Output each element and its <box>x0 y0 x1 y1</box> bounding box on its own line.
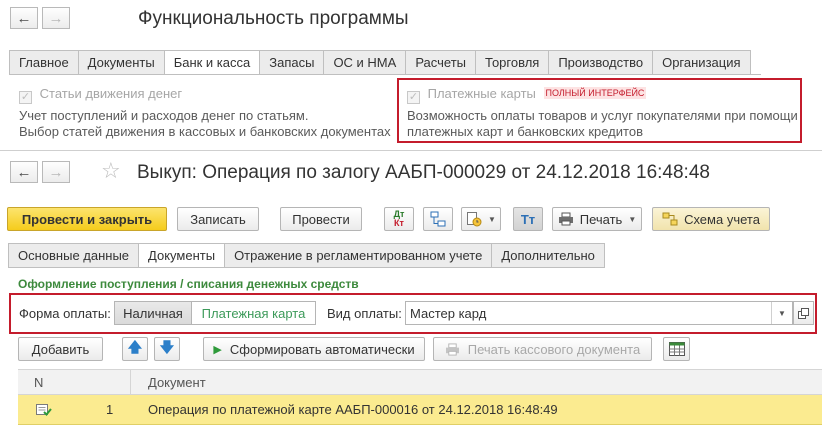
tab-doc-documents[interactable]: Документы <box>139 243 226 268</box>
print-button[interactable]: Печать ▼ <box>552 207 642 231</box>
cash-flow-checkbox[interactable]: ✓ <box>19 91 32 104</box>
tab-trade[interactable]: Торговля <box>476 50 550 75</box>
printer-icon <box>445 342 459 356</box>
tab-divider <box>9 74 761 75</box>
arrow-right-icon: → <box>48 163 64 181</box>
open-window-icon <box>798 307 809 319</box>
cash-flow-description: Учет поступлений и расходов денег по ста… <box>19 108 391 139</box>
add-button[interactable]: Добавить <box>18 337 103 361</box>
doc-back-button[interactable]: ← <box>10 161 38 183</box>
schedule-dropdown-button[interactable]: ▼ <box>461 207 501 231</box>
tab-settlements[interactable]: Расчеты <box>406 50 477 75</box>
post-button[interactable]: Провести <box>280 207 362 231</box>
payment-type-value: Мастер кард <box>410 305 487 321</box>
hierarchy-icon <box>430 211 446 227</box>
forward-button[interactable]: → <box>42 7 70 29</box>
table-row[interactable]: 1 Операция по платежной карте ААБП-00001… <box>18 395 822 425</box>
arrow-left-icon: ← <box>16 9 32 27</box>
favorite-star-icon[interactable]: ☆ <box>101 160 121 182</box>
section-title: Оформление поступления / списания денежн… <box>18 277 359 291</box>
column-document[interactable]: Документ <box>148 375 206 390</box>
column-n[interactable]: N <box>34 375 43 390</box>
chevron-down-icon: ▼ <box>488 214 496 224</box>
tab-production[interactable]: Производство <box>549 50 654 75</box>
tab-main-data[interactable]: Основные данные <box>8 243 140 268</box>
arrow-down-icon: 🡇 <box>159 339 175 355</box>
payment-form-card[interactable]: Платежная карта <box>191 301 316 325</box>
open-value-button[interactable] <box>793 301 814 325</box>
document-clock-icon <box>467 212 482 227</box>
option-cash-flow-items: ✓ Статьи движения денег <box>19 86 182 104</box>
dt-kt-icon: Дт Кт <box>393 209 405 228</box>
payment-type-label: Вид оплаты: <box>327 306 402 321</box>
payment-type-select[interactable]: Мастер кард ▼ <box>405 301 793 325</box>
arrow-up-icon: 🡅 <box>127 339 143 355</box>
cash-flow-label: Статьи движения денег <box>39 86 183 101</box>
checkmark-icon: ✓ <box>20 91 31 103</box>
move-up-button[interactable]: 🡅 <box>122 337 148 361</box>
document-tabs: Основные данные Документы Отражение в ре… <box>8 243 605 268</box>
tab-documents[interactable]: Документы <box>78 50 165 75</box>
chevron-down-icon: ▼ <box>628 214 637 224</box>
payment-cards-description: Возможность оплаты товаров и услуг покуп… <box>407 108 798 139</box>
tab-regulated-accounting[interactable]: Отражение в регламентированном учете <box>225 243 493 268</box>
export-table-button[interactable] <box>663 337 690 361</box>
arrow-left-icon: ← <box>16 163 32 181</box>
play-icon: ▶ <box>213 343 222 356</box>
move-down-button[interactable]: 🡇 <box>154 337 180 361</box>
back-button[interactable]: ← <box>10 7 38 29</box>
spreadsheet-icon <box>668 342 685 356</box>
accounting-scheme-button[interactable]: Схема учета <box>652 207 770 231</box>
tab-additional[interactable]: Дополнительно <box>492 243 605 268</box>
doc-forward-button[interactable]: → <box>42 161 70 183</box>
arrow-right-icon: → <box>48 9 64 27</box>
printer-icon <box>558 212 573 226</box>
payment-cards-label: Платежные карты <box>427 86 536 101</box>
row-number: 1 <box>106 402 114 417</box>
row-document: Операция по платежной карте ААБП-000016 … <box>148 402 558 417</box>
scheme-icon <box>662 212 678 226</box>
table-header: N Документ <box>18 369 822 395</box>
full-interface-badge: ПОЛНЫЙ ИНТЕРФЕЙС <box>543 87 647 99</box>
tab-main[interactable]: Главное <box>9 50 79 75</box>
tab-bank-cash[interactable]: Банк и касса <box>164 50 261 75</box>
payment-form-label: Форма оплаты: <box>19 306 111 321</box>
structure-button[interactable] <box>423 207 453 231</box>
tab-stock[interactable]: Запасы <box>260 50 325 75</box>
generate-auto-button[interactable]: ▶ Сформировать автоматически <box>203 337 425 361</box>
payment-cards-checkbox[interactable]: ✓ <box>407 91 420 104</box>
tab-organization[interactable]: Организация <box>653 50 751 75</box>
save-button[interactable]: Записать <box>177 207 259 231</box>
window-title: Функциональность программы <box>138 8 409 29</box>
checkmark-icon: ✓ <box>408 91 419 103</box>
posted-document-icon <box>36 404 52 416</box>
option-payment-cards: ✓ Платежные карты ПОЛНЫЙ ИНТЕРФЕЙС <box>407 86 647 104</box>
payment-form-cash[interactable]: Наличная <box>114 301 192 325</box>
document-title: Выкуп: Операция по залогу ААБП-000029 от… <box>137 162 710 183</box>
chevron-down-icon: ▼ <box>778 308 786 318</box>
post-and-close-button[interactable]: Провести и закрыть <box>7 207 167 231</box>
text-format-button[interactable]: Тт <box>513 207 543 231</box>
dropdown-arrow-button[interactable]: ▼ <box>771 302 792 324</box>
dt-kt-button[interactable]: Дт Кт <box>384 207 414 231</box>
doc-tab-divider <box>8 267 604 268</box>
tab-fixed-assets[interactable]: ОС и НМА <box>324 50 407 75</box>
print-cash-document-button[interactable]: Печать кассового документа <box>433 337 652 361</box>
settings-tabs: Главное Документы Банк и касса Запасы ОС… <box>9 50 751 75</box>
window-separator <box>0 150 822 151</box>
text-format-icon: Тт <box>520 211 536 227</box>
